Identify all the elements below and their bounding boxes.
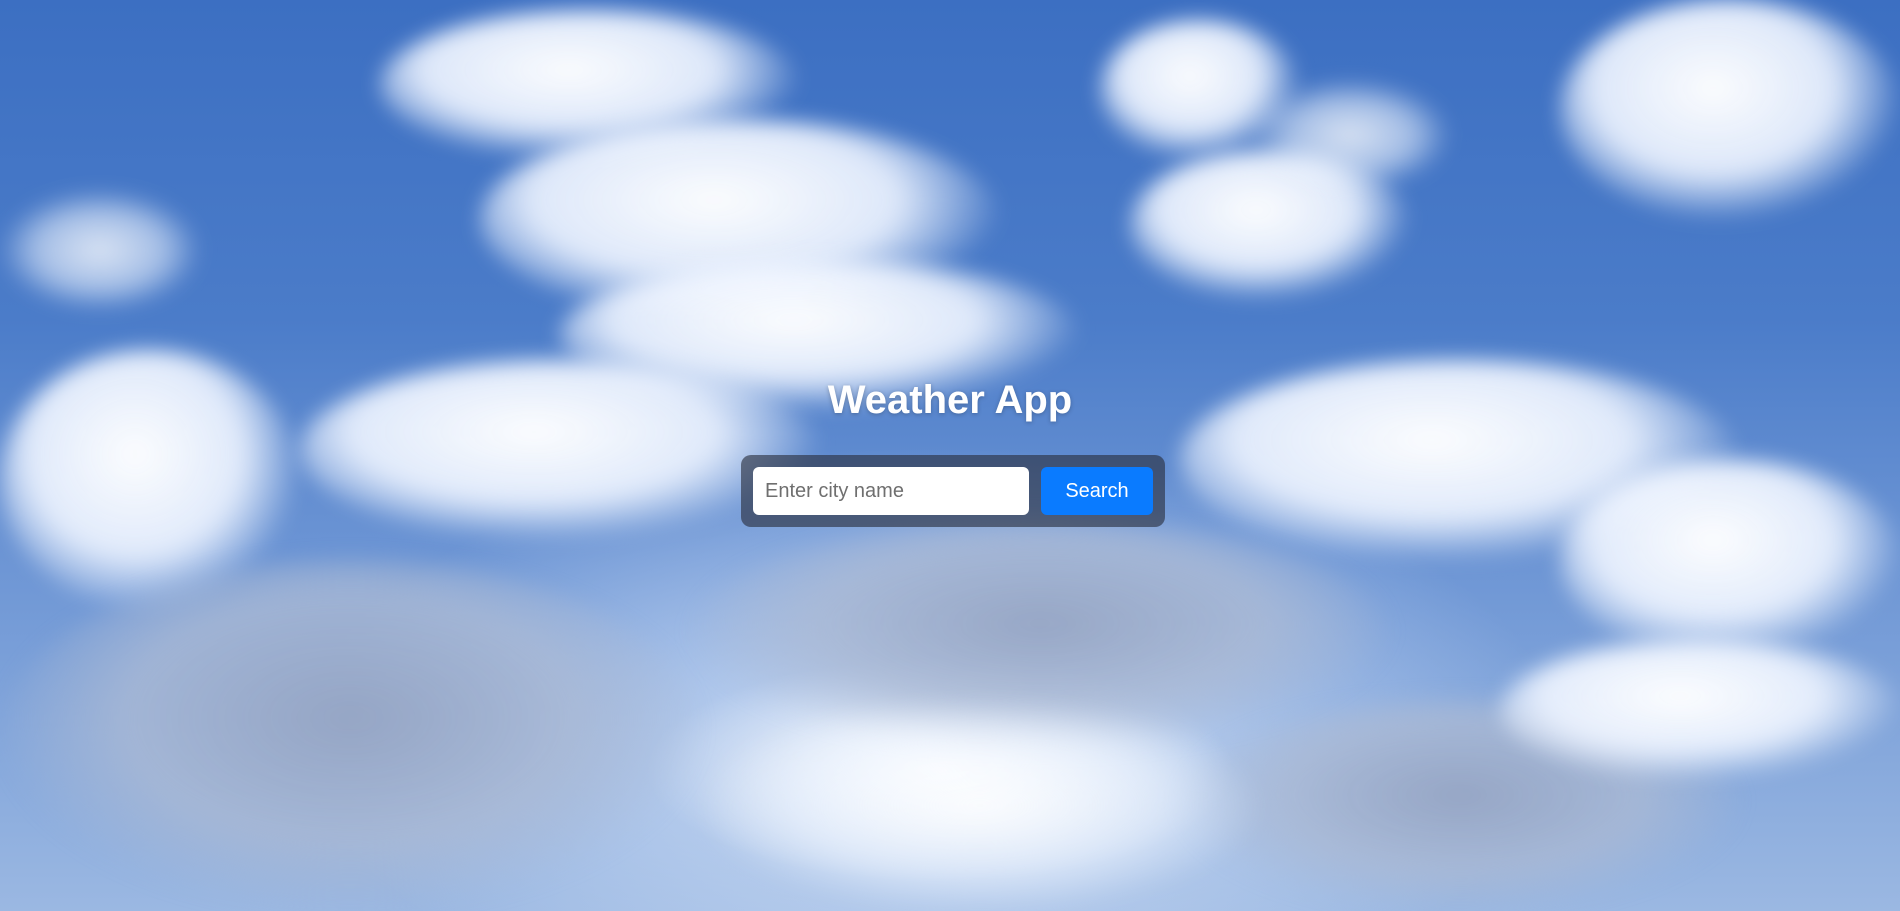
search-button[interactable]: Search bbox=[1041, 467, 1153, 515]
page-title: Weather App bbox=[827, 378, 1073, 422]
city-search-input[interactable] bbox=[753, 467, 1029, 515]
app-container: Weather App Search bbox=[0, 0, 1900, 911]
search-panel: Search bbox=[741, 455, 1165, 527]
